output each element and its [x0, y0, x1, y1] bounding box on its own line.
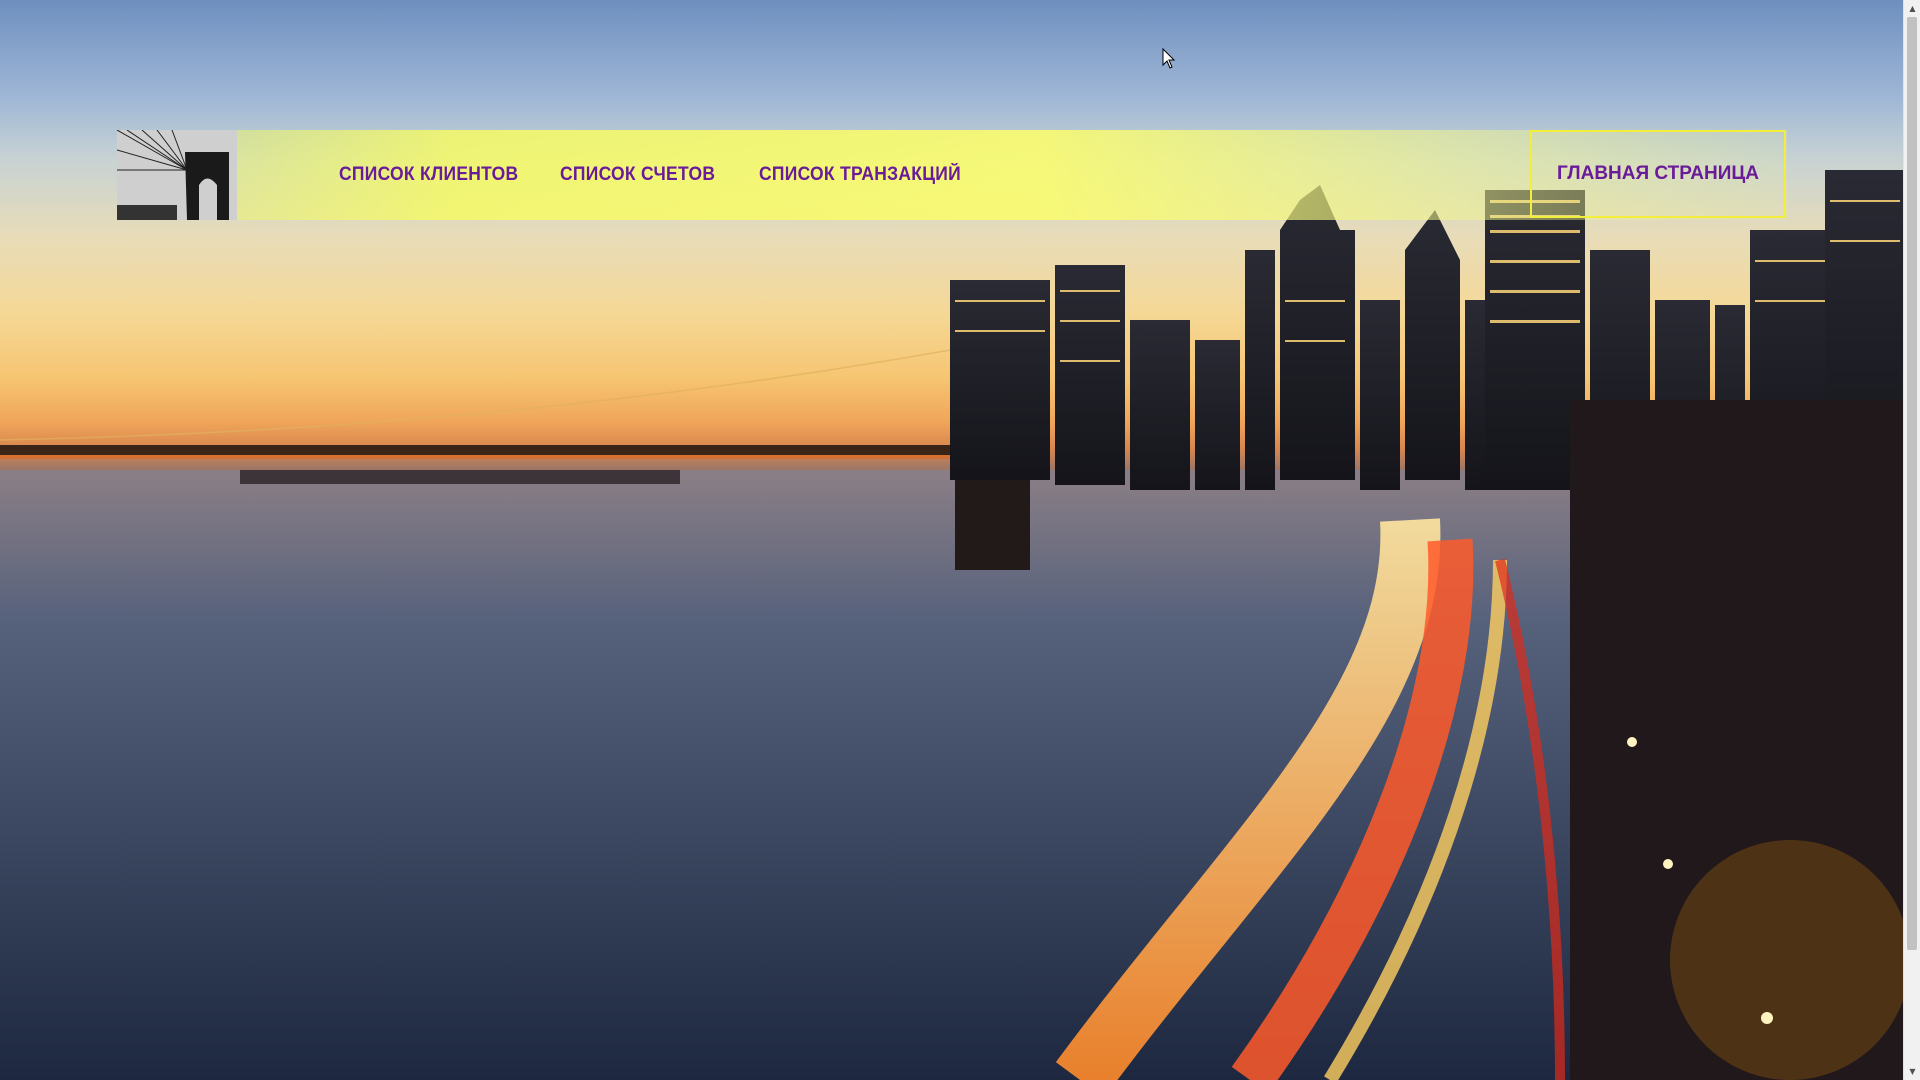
site-logo[interactable] [117, 130, 237, 220]
bridge-photo-logo-icon [117, 130, 237, 220]
page-viewport: СПИСОК КЛИЕНТОВ СПИСОК СЧЕТОВ СПИСОК ТРА… [0, 0, 1903, 1080]
nav-link-accounts[interactable]: СПИСОК СЧЕТОВ [560, 160, 715, 190]
nav-link-clients[interactable]: СПИСОК КЛИЕНТОВ [339, 160, 518, 190]
scroll-up-arrow-icon[interactable]: ▲ [1904, 0, 1920, 17]
scrollbar-thumb[interactable] [1907, 17, 1917, 950]
vertical-scrollbar[interactable]: ▲ ▼ [1903, 0, 1920, 1080]
mouse-pointer-icon [1162, 48, 1176, 69]
nav-link-transactions[interactable]: СПИСОК ТРАНЗАКЦИЙ [759, 160, 961, 190]
home-page-button-label: ГЛАВНАЯ СТРАНИЦА [1556, 163, 1759, 184]
scroll-down-arrow-icon[interactable]: ▼ [1904, 1063, 1920, 1080]
home-page-button[interactable]: ГЛАВНАЯ СТРАНИЦА [1530, 130, 1786, 218]
